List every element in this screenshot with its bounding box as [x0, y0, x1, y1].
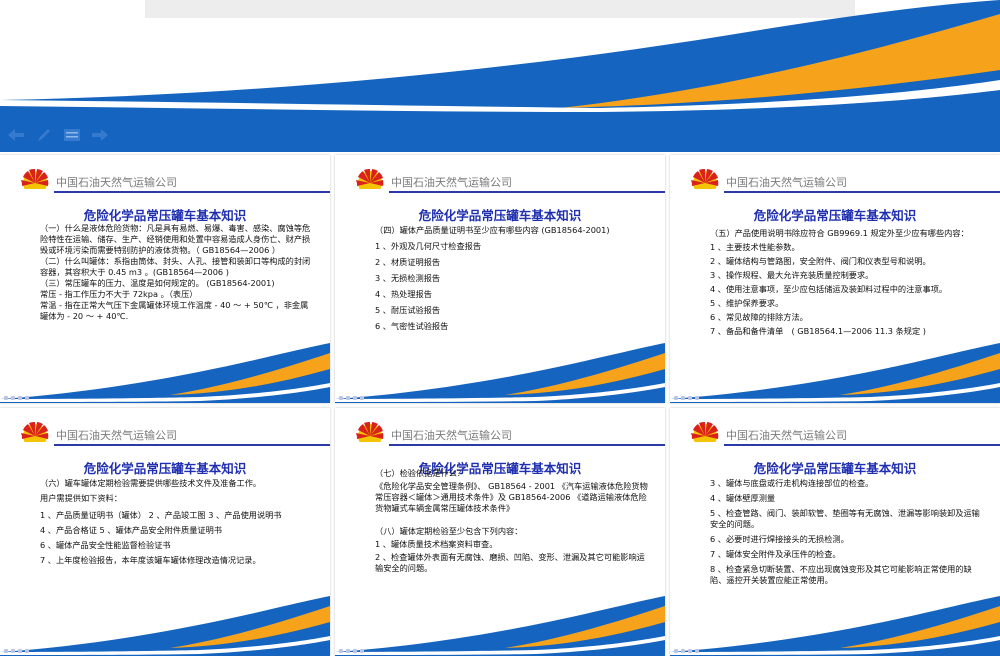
slide-paragraph: 5 、检查管路、阀门、装卸软管、垫圈等有无腐蚀、泄漏等影响装卸及运输安全的问题。: [710, 508, 980, 529]
header-rule: [724, 191, 1000, 193]
slide-controls: [339, 649, 364, 653]
slide-wave-graphic: [670, 596, 1000, 656]
slide-body: （五）产品使用说明书除应符合 GB9969.1 规定外至少应有哪些内容： 1 、主…: [710, 228, 986, 342]
header-rule: [54, 191, 330, 193]
header-rule: [724, 444, 1000, 446]
slide-paragraph: （四）罐体产品质量证明书至少应有哪些内容 (GB18564-2001): [375, 225, 610, 235]
slide-paragraph: 3 、操作规程、最大允许充装质量控制要求。: [710, 270, 874, 280]
slide-wave-graphic: [335, 343, 665, 403]
slide-paragraph: 6 、罐体产品安全性能监督检验证书: [40, 540, 171, 550]
header-rule: [389, 191, 665, 193]
company-name: 中国石油天然气运输公司: [391, 176, 512, 189]
slide-paragraph: 常温 - 指在正常大气压下金属罐体环境工作温度 - 40 ～ + 50℃ ，非金…: [40, 300, 309, 321]
slide-paragraph: 1 、罐体质量技术档案资料审查。: [375, 539, 498, 549]
slide-paragraph: 8 、检查紧急切断装置、不应出现腐蚀变形及其它可能影响正常使用的缺陷、遥控开关装…: [710, 564, 972, 585]
slide-navigation: [6, 124, 110, 146]
slide-paragraph: 3 、无损检测报告: [375, 273, 441, 283]
slide-title: 危险化学品常压罐车基本知识: [418, 208, 582, 223]
previous-slide-banner: [0, 0, 1000, 152]
slide-paragraph: 常压 - 指工作压力不大于 72kpa 。（表压）: [40, 289, 198, 299]
slide-paragraph: 1 、外观及几何尺寸检查报告: [375, 241, 482, 251]
slide-paragraph: （五）产品使用说明书除应符合 GB9969.1 规定外至少应有哪些内容：: [710, 228, 969, 238]
slide-controls: [4, 396, 29, 400]
slide-paragraph: 2 、罐体结构与管路图，安全附件、阀门和仪表型号和说明。: [710, 256, 931, 266]
slide-body: （七）检验依据是什么？ 《危险化学品安全管理条例》、 GB18564 - 2001…: [375, 468, 651, 579]
slide-paragraph: （一）什么是液体危险货物：凡是具有易燃、易爆、毒害、感染、腐蚀等危险特性在运输、…: [40, 223, 311, 255]
slide-controls: [339, 396, 364, 400]
slide-paragraph: 2 、材质证明报告: [375, 257, 441, 267]
slide-paragraph: 3 、罐体与底盘或行走机构连接部位的检查。: [710, 478, 874, 488]
slide-controls: [674, 396, 699, 400]
slide-paragraph: 用户需提供如下资料：: [40, 493, 122, 503]
slide-paragraph: 4 、使用注意事项，至少应包括储运及装卸料过程中的注意事项。: [710, 284, 948, 294]
slide-title: 危险化学品常压罐车基本知识: [753, 208, 917, 223]
petrochina-logo-icon: [21, 168, 49, 195]
slide-thumbnail[interactable]: 中国石油天然气运输公司危险化学品常压罐车基本知识 （五）产品使用说明书除应符合 G…: [670, 155, 1000, 403]
company-name: 中国石油天然气运输公司: [56, 429, 177, 442]
slide-body: （六）罐车罐体定期检验需要提供哪些技术文件及准备工作。 用户需提供如下资料： 1 、…: [40, 478, 316, 571]
slide-body: （一）什么是液体危险货物：凡是具有易燃、易爆、毒害、感染、腐蚀等危险特性在运输、…: [40, 223, 316, 327]
header-rule: [389, 444, 665, 446]
slide-paragraph: 《危险化学品安全管理条例》、 GB18564 - 2001 《汽车运输液体危险货…: [375, 481, 648, 513]
slide-paragraph: 5 、耐压试验报告: [375, 305, 441, 315]
slide-paragraph: （二）什么叫罐体：系指由筒体、封头、人孔、接管和装卸口等构成的封闭容器，其容积大…: [40, 256, 311, 277]
company-name: 中国石油天然气运输公司: [391, 429, 512, 442]
menu-icon[interactable]: [62, 125, 82, 145]
petrochina-logo-icon: [356, 168, 384, 195]
company-name: 中国石油天然气运输公司: [726, 429, 847, 442]
slide-paragraph: 5 、维护保养要求。: [710, 298, 784, 308]
slide-paragraph: 6 、必要时进行焊接接头的无损检测。: [710, 534, 849, 544]
slide-paragraph: 6 、常见故障的排除方法。: [710, 312, 808, 322]
slide-body: （四）罐体产品质量证明书至少应有哪些内容 (GB18564-2001) 1 、外观…: [375, 225, 651, 337]
petrochina-logo-icon: [21, 421, 49, 448]
slide-title: 危险化学品常压罐车基本知识: [83, 208, 247, 223]
back-arrow-icon[interactable]: [6, 125, 26, 145]
slide-paragraph: 4 、罐体壁厚测量: [710, 493, 776, 503]
slide-thumbnail[interactable]: 中国石油天然气运输公司危险化学品常压罐车基本知识 （六）罐车罐体定期检验需要提供哪…: [0, 408, 330, 656]
slide-thumbnail[interactable]: 中国石油天然气运输公司危险化学品常压罐车基本知识 3 、罐体与底盘或行走机构连接部…: [670, 408, 1000, 656]
slide-thumbnail[interactable]: 中国石油天然气运输公司危险化学品常压罐车基本知识 （一）什么是液体危险货物：凡是具…: [0, 155, 330, 403]
slide-title: 危险化学品常压罐车基本知识: [83, 461, 247, 476]
slide-controls: [674, 649, 699, 653]
petrochina-logo-icon: [691, 421, 719, 448]
slide-title: 危险化学品常压罐车基本知识: [753, 461, 917, 476]
slide-paragraph: 1 、主要技术性能参数。: [710, 242, 800, 252]
slide-paragraph: 1 、产品质量证明书（罐体） 2 、产品竣工图 3 、产品使用说明书: [40, 510, 282, 520]
slide-wave-graphic: [335, 596, 665, 656]
slide-paragraph: 7 、上年度检验报告，本年度该罐车罐体修理改造情况记录。: [40, 555, 261, 565]
slide-wave-graphic: [670, 343, 1000, 403]
slide-thumbnail[interactable]: 中国石油天然气运输公司 危险化学品常压罐车基本知识 （七）检验依据是什么？ 《危险化学…: [335, 408, 665, 656]
slide-paragraph: （六）罐车罐体定期检验需要提供哪些技术文件及准备工作。: [40, 478, 262, 488]
slide-wave-graphic: [0, 596, 330, 656]
slide-paragraph: 6 、气密性试验报告: [375, 321, 449, 331]
slide-body: 3 、罐体与底盘或行走机构连接部位的检查。 4 、罐体壁厚测量 5 、检查管路、阀门…: [710, 478, 986, 591]
petrochina-logo-icon: [356, 421, 384, 448]
slide-thumbnail[interactable]: 中国石油天然气运输公司危险化学品常压罐车基本知识 （四）罐体产品质量证明书至少应有…: [335, 155, 665, 403]
pen-icon[interactable]: [34, 125, 54, 145]
banner-wave-graphic: [0, 0, 1000, 152]
forward-arrow-icon[interactable]: [90, 125, 110, 145]
slide-paragraph: （八）罐体定期检验至少包含下列内容：: [375, 526, 523, 536]
company-name: 中国石油天然气运输公司: [726, 176, 847, 189]
slide-paragraph: 4 、热处理报告: [375, 289, 432, 299]
slide-wave-graphic: [0, 343, 330, 403]
slide-paragraph: （七）检验依据是什么？: [375, 468, 466, 478]
header-rule: [54, 444, 330, 446]
slide-paragraph: 2 、检查罐体外表面有无腐蚀、磨损、凹陷、变形、泄漏及其它可能影响运输安全的问题…: [375, 552, 645, 573]
slide-paragraph: 7 、罐体安全附件及承压件的检查。: [710, 549, 841, 559]
company-name: 中国石油天然气运输公司: [56, 176, 177, 189]
petrochina-logo-icon: [691, 168, 719, 195]
slide-paragraph: 4 、产品合格证 5 、罐体产品安全附件质量证明书: [40, 525, 222, 535]
slide-paragraph: （三）常压罐车的压力、温度是如何规定的。 (GB18564-2001): [40, 278, 275, 288]
slide-controls: [4, 649, 29, 653]
slide-paragraph: 7 、备品和备件清单 ( GB18564.1—2006 11.3 条规定 ): [710, 326, 926, 336]
